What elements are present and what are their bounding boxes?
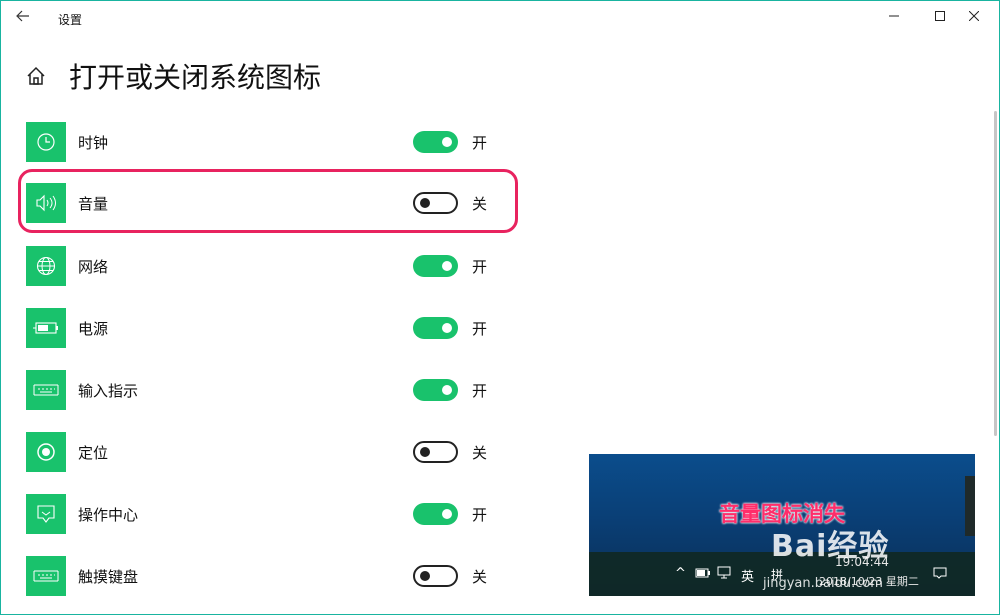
setting-label: 定位 — [78, 444, 109, 462]
setting-row-action-center: 操作中心 开 — [26, 494, 506, 534]
close-button[interactable] — [951, 1, 997, 31]
scrollbar[interactable] — [994, 111, 997, 436]
toggle-switch[interactable] — [413, 317, 458, 339]
highlight-outline — [18, 169, 518, 233]
setting-label: 网络 — [78, 258, 109, 276]
toggle-state-label: 开 — [472, 258, 488, 276]
setting-label: 输入指示 — [78, 382, 139, 400]
battery-icon — [26, 308, 66, 348]
settings-window: 设置 打开或关闭系统图标 时钟 开 音量 关 网络 开 电源 开 输入指示 开 … — [0, 0, 1000, 615]
app-title: 设置 — [58, 13, 83, 27]
toggle-switch[interactable] — [413, 255, 458, 277]
watermark-url: jingyan.baidu.com — [763, 576, 883, 591]
clock-icon — [26, 122, 66, 162]
setting-label: 时钟 — [78, 134, 109, 152]
setting-row-input-indicator: 输入指示 开 — [26, 370, 506, 410]
setting-row-touch-keyboard: 触摸键盘 关 — [26, 556, 506, 596]
minimize-button[interactable] — [871, 1, 917, 31]
tray-network-icon — [717, 566, 731, 579]
back-arrow-icon — [16, 10, 29, 22]
globe-icon — [26, 246, 66, 286]
setting-row-location: 定位 关 — [26, 432, 506, 472]
toggle-switch[interactable] — [413, 379, 458, 401]
toggle-switch[interactable] — [413, 131, 458, 153]
setting-row-clock: 时钟 开 — [26, 122, 506, 162]
tray-notification-icon — [933, 567, 947, 579]
setting-label: 电源 — [78, 320, 109, 338]
toggle-switch[interactable] — [413, 503, 458, 525]
tray-battery-icon — [695, 568, 710, 578]
toggle-state-label: 开 — [472, 382, 488, 400]
setting-label: 操作中心 — [78, 506, 139, 524]
page-title: 打开或关闭系统图标 — [69, 61, 322, 94]
setting-row-power: 电源 开 — [26, 308, 506, 348]
toggle-state-label: 开 — [472, 506, 488, 524]
minimize-icon — [889, 15, 899, 17]
toggle-state-label: 关 — [472, 444, 488, 462]
keyboard-icon — [26, 370, 66, 410]
title-bar: 设置 — [1, 1, 999, 35]
back-button[interactable] — [9, 5, 37, 27]
maximize-icon — [935, 11, 945, 21]
inset-side-panel — [965, 476, 975, 536]
toggle-state-label: 开 — [472, 134, 488, 152]
setting-row-network: 网络 开 — [26, 246, 506, 286]
action-center-icon — [26, 494, 66, 534]
toggle-switch[interactable] — [413, 441, 458, 463]
toggle-switch[interactable] — [413, 565, 458, 587]
close-icon — [969, 11, 979, 21]
toggle-state-label: 开 — [472, 320, 488, 338]
watermark-logo: Bai经验 — [771, 529, 890, 564]
location-icon — [26, 432, 66, 472]
toggle-state-label: 关 — [472, 568, 488, 586]
tray-chevron-icon: ^ — [675, 566, 686, 581]
tray-ime-label: 英 — [741, 570, 755, 585]
home-icon[interactable] — [25, 65, 47, 87]
setting-label: 触摸键盘 — [78, 568, 139, 586]
touch-keyboard-icon — [26, 556, 66, 596]
